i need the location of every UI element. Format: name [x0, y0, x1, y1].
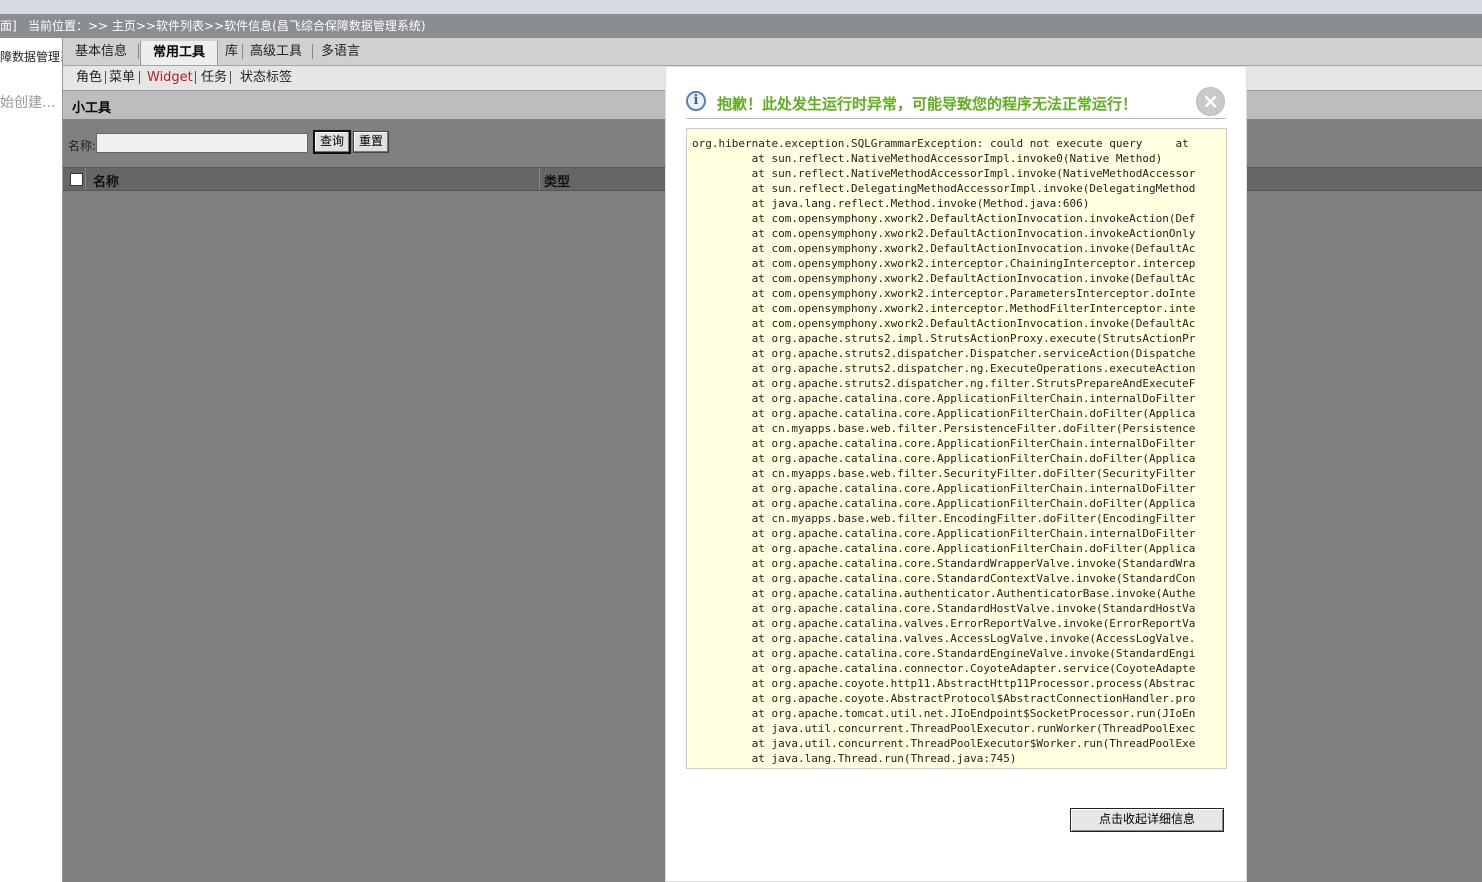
stack-trace-line: at java.lang.reflect.Method.invoke(Metho…: [692, 197, 1090, 210]
stack-trace-line: at com.opensymphony.xwork2.interceptor.C…: [692, 257, 1196, 270]
subtab-status-label[interactable]: 状态标签: [240, 66, 292, 90]
dialog-title: 抱歉！此处发生运行时异常，可能导致您的程序无法正常运行！: [717, 95, 1138, 113]
info-icon: i: [686, 91, 706, 111]
stack-trace-line: at org.apache.struts2.dispatcher.Dispatc…: [692, 347, 1196, 360]
select-all-checkbox[interactable]: [70, 173, 83, 186]
stack-trace-line: at cn.myapps.base.web.filter.SecurityFil…: [692, 467, 1196, 480]
stack-trace-line: at sun.reflect.NativeMethodAccessorImpl.…: [692, 152, 1163, 165]
tab-divider: [242, 44, 243, 59]
sidebar-creating-text: 始创建...: [0, 95, 56, 111]
sidebar: 障数据管理系 始创建...: [0, 38, 63, 882]
stack-trace-line: at com.opensymphony.xwork2.DefaultAction…: [692, 242, 1196, 255]
stack-trace-line: at org.apache.catalina.core.ApplicationF…: [692, 497, 1196, 510]
reset-button[interactable]: 重置: [353, 131, 390, 153]
subtab-divider: [230, 71, 231, 84]
stack-trace-line: at cn.myapps.base.web.filter.Persistence…: [692, 422, 1196, 435]
collapse-details-button[interactable]: 点击收起详细信息: [1070, 808, 1224, 832]
stack-trace-line: at org.apache.struts2.dispatcher.ng.filt…: [692, 377, 1196, 390]
stack-trace-line: at org.apache.catalina.core.StandardWrap…: [692, 557, 1196, 570]
primary-tabs: 基本信息 常用工具 库 高级工具 多语言: [63, 38, 1482, 66]
stack-trace-line: at org.apache.struts2.impl.StrutsActionP…: [692, 332, 1196, 345]
stack-trace-line: at com.opensymphony.xwork2.interceptor.M…: [692, 302, 1196, 315]
tab-basic-info[interactable]: 基本信息: [75, 38, 127, 65]
subtab-menu[interactable]: 菜单: [109, 66, 135, 90]
breadcrumb: 当前位置：>> 主页>>软件列表>>软件信息(昌飞综合保障数据管理系统): [28, 19, 426, 33]
stack-trace-line: at org.apache.catalina.core.StandardHost…: [692, 602, 1196, 615]
stack-trace-line: at com.opensymphony.xwork2.interceptor.P…: [692, 287, 1196, 300]
tab-library[interactable]: 库: [225, 38, 238, 65]
stack-trace-line: at org.apache.catalina.core.StandardCont…: [692, 572, 1196, 585]
stack-trace-line: at java.util.concurrent.ThreadPoolExecut…: [692, 722, 1196, 735]
stack-trace-line: at org.apache.catalina.valves.ErrorRepor…: [692, 617, 1196, 630]
stack-trace-line: at org.apache.coyote.AbstractProtocol$Ab…: [692, 692, 1196, 705]
stack-trace-line: at org.apache.catalina.valves.AccessLogV…: [692, 632, 1196, 645]
stack-trace-lines: org.hibernate.exception.SQLGrammarExcept…: [692, 136, 1195, 766]
stack-trace-line: at org.apache.catalina.connector.CoyoteA…: [692, 662, 1196, 675]
location-bracket: 面]: [0, 19, 17, 33]
name-label: 名称:: [68, 139, 97, 153]
stack-trace-line: at java.util.concurrent.ThreadPoolExecut…: [692, 737, 1196, 750]
subtab-divider: [139, 71, 140, 84]
tab-divider: [312, 44, 313, 59]
section-title: 小工具: [72, 101, 112, 116]
subtab-widget[interactable]: Widget: [147, 66, 193, 90]
stack-trace-line: at org.apache.catalina.core.ApplicationF…: [692, 437, 1196, 450]
stack-trace-line: at org.apache.coyote.http11.AbstractHttp…: [692, 677, 1196, 690]
subtab-divider: [195, 71, 196, 84]
stack-trace-line: at org.apache.tomcat.util.net.JIoEndpoin…: [692, 707, 1196, 720]
stack-trace-line: at com.opensymphony.xwork2.DefaultAction…: [692, 227, 1196, 240]
stack-trace-line: at com.opensymphony.xwork2.DefaultAction…: [692, 272, 1196, 285]
error-dialog: i 抱歉！此处发生运行时异常，可能导致您的程序无法正常运行！ × org.hib…: [665, 66, 1247, 882]
tab-multilanguage[interactable]: 多语言: [321, 38, 360, 65]
stack-trace-line: at org.apache.struts2.dispatcher.ng.Exec…: [692, 362, 1196, 375]
stack-trace-panel[interactable]: org.hibernate.exception.SQLGrammarExcept…: [686, 128, 1227, 769]
location-bar: 面] 当前位置：>> 主页>>软件列表>>软件信息(昌飞综合保障数据管理系统): [0, 14, 1482, 38]
stack-trace-line: at org.apache.catalina.core.StandardEngi…: [692, 647, 1196, 660]
subtab-divider: [105, 71, 106, 84]
stack-trace-line: at java.lang.Thread.run(Thread.java:745): [692, 752, 1017, 765]
stack-trace-line: at sun.reflect.DelegatingMethodAccessorI…: [692, 182, 1196, 195]
stack-trace-line: at org.apache.catalina.core.ApplicationF…: [692, 392, 1196, 405]
close-icon[interactable]: ×: [1196, 87, 1225, 116]
stack-trace-line: at com.opensymphony.xwork2.DefaultAction…: [692, 212, 1196, 225]
subtab-role[interactable]: 角色: [76, 66, 102, 90]
query-button[interactable]: 查询: [313, 130, 352, 154]
subtab-task[interactable]: 任务: [201, 66, 227, 90]
tab-common-tools[interactable]: 常用工具: [140, 41, 219, 65]
stack-trace-line: at org.apache.catalina.core.ApplicationF…: [692, 542, 1196, 555]
stack-trace-line: at org.apache.catalina.core.ApplicationF…: [692, 407, 1196, 420]
column-header-name[interactable]: 名称: [93, 171, 119, 190]
stack-trace-line: at org.apache.catalina.core.ApplicationF…: [692, 527, 1196, 540]
column-header-type[interactable]: 类型: [544, 171, 570, 190]
dialog-divider: [686, 118, 1226, 119]
window-top-strip: [0, 0, 1482, 14]
stack-trace-line: org.hibernate.exception.SQLGrammarExcept…: [692, 137, 1189, 150]
stack-trace-line: at sun.reflect.NativeMethodAccessorImpl.…: [692, 167, 1196, 180]
tab-divider: [138, 44, 139, 59]
name-search-input[interactable]: [96, 133, 308, 153]
sidebar-system-name[interactable]: 障数据管理系: [0, 48, 62, 65]
stack-trace-line: at com.opensymphony.xwork2.DefaultAction…: [692, 317, 1196, 330]
stack-trace-line: at org.apache.catalina.core.ApplicationF…: [692, 452, 1196, 465]
column-divider: [85, 168, 86, 190]
stack-trace-line: at cn.myapps.base.web.filter.EncodingFil…: [692, 512, 1196, 525]
stack-trace-line: at org.apache.catalina.core.ApplicationF…: [692, 482, 1196, 495]
tab-advanced-tools[interactable]: 高级工具: [250, 38, 302, 65]
stack-trace-line: at org.apache.catalina.authenticator.Aut…: [692, 587, 1196, 600]
column-divider: [539, 168, 540, 190]
